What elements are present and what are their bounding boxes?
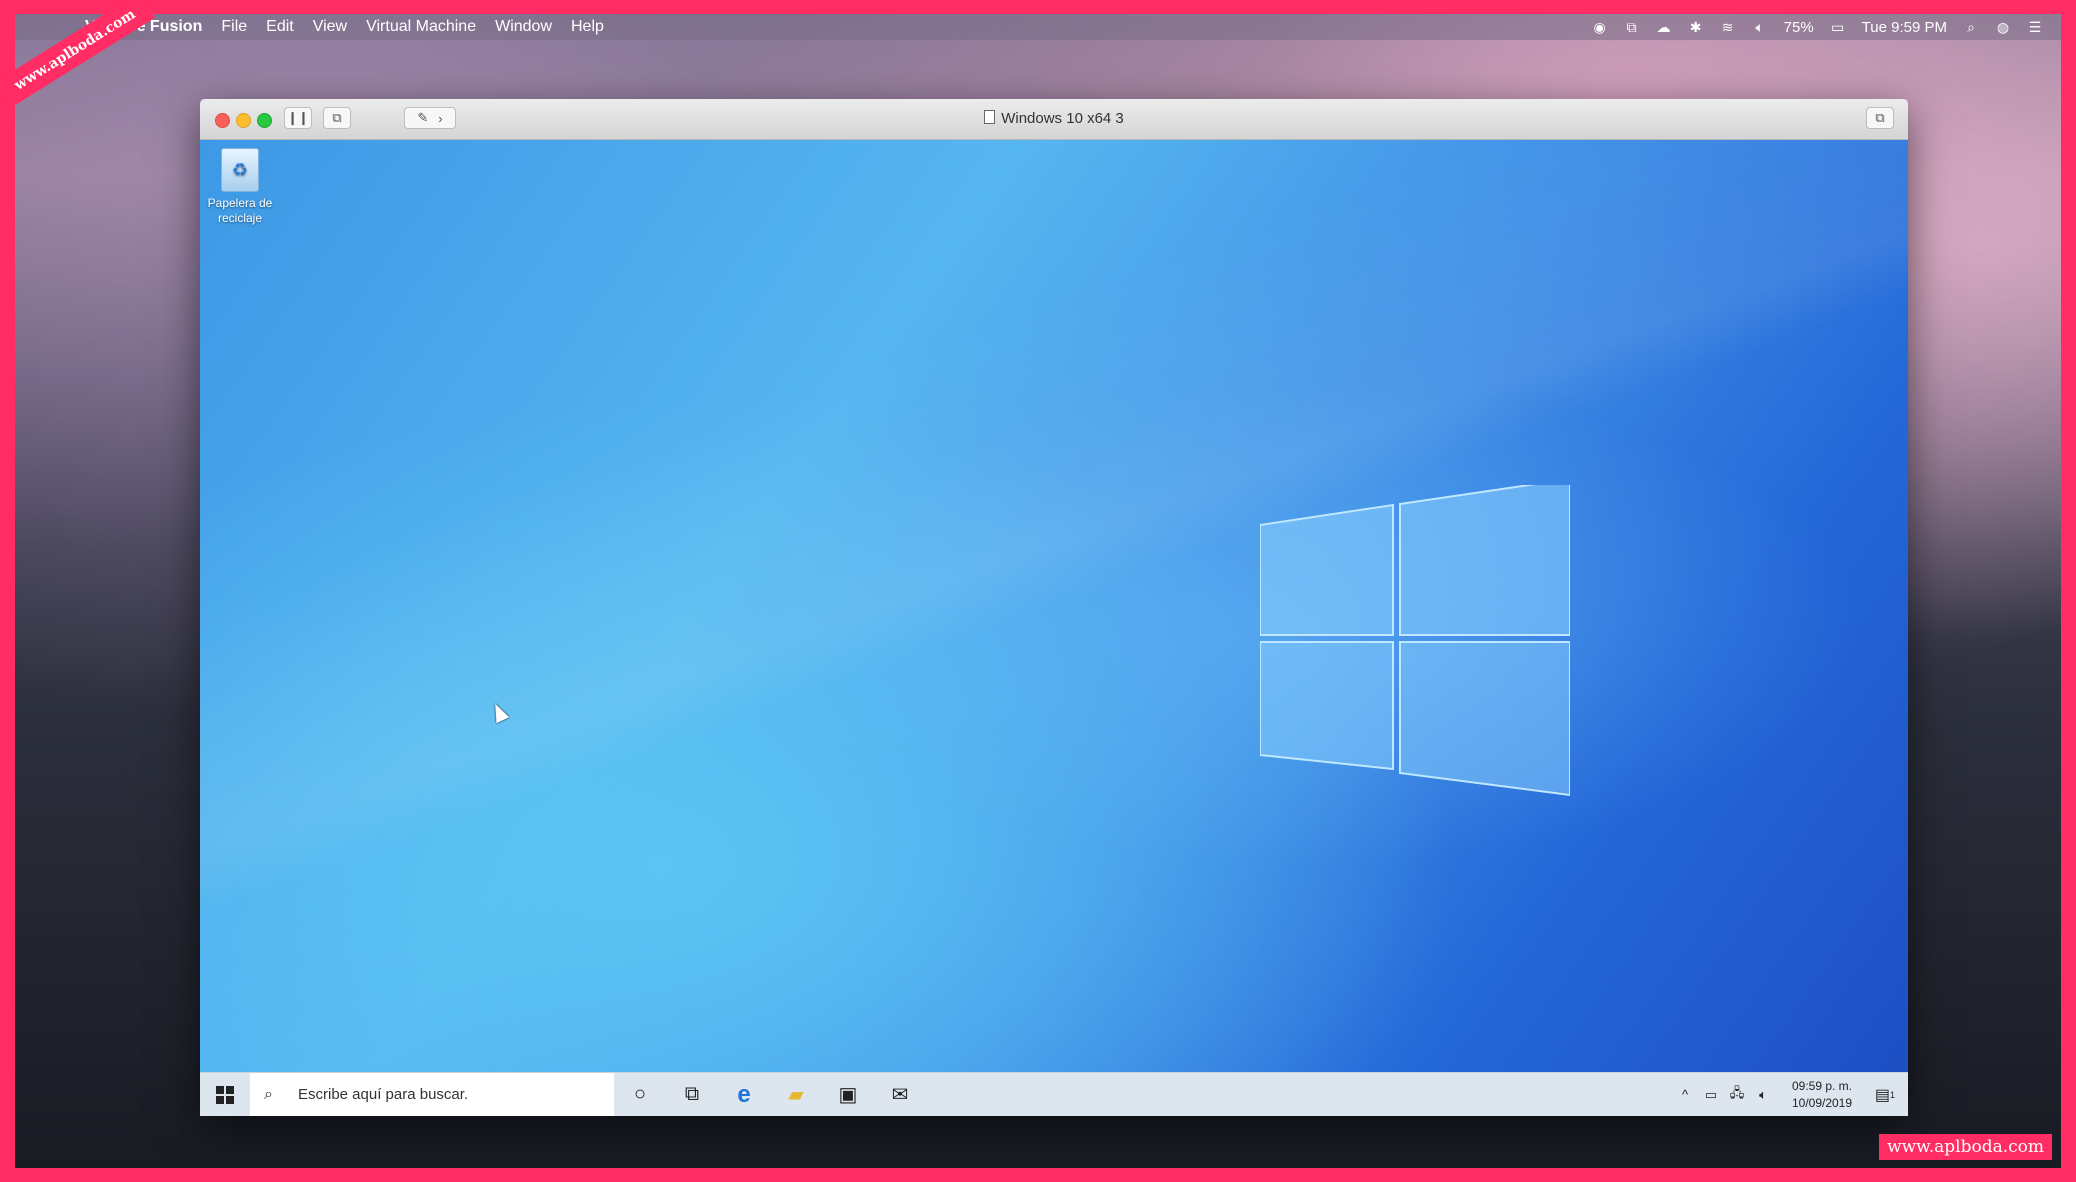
- taskbar-time: 09:59 p. m.: [1791, 1078, 1853, 1093]
- wifi-icon[interactable]: ≋: [1720, 19, 1736, 35]
- recycle-bin-shortcut[interactable]: ♻ Papelera de reciclaje: [204, 148, 276, 226]
- menu-help[interactable]: Help: [571, 18, 604, 36]
- start-button[interactable]: [200, 1073, 250, 1116]
- cortana-icon: ○: [633, 1083, 647, 1105]
- spotlight-search-icon[interactable]: ⌕: [1963, 19, 1979, 35]
- recycle-bin-label: Papelera de reciclaje: [207, 196, 273, 225]
- windows-logo-wallpaper: [1260, 485, 1570, 797]
- edge-button[interactable]: e: [718, 1073, 770, 1116]
- siri-icon[interactable]: ◍: [1995, 19, 2011, 35]
- record-icon[interactable]: ◉: [1592, 19, 1608, 35]
- taskbar-search-box[interactable]: ⌕ Escribe aquí para buscar.: [250, 1073, 614, 1116]
- search-icon: ⌕: [264, 1085, 273, 1103]
- window-title: Windows 10 x64 3: [200, 99, 1908, 139]
- battery-icon[interactable]: ▭: [1698, 1073, 1724, 1116]
- volume-icon[interactable]: 🔈︎: [1752, 19, 1768, 35]
- system-tray: ^ ▭ 🖧 🔈︎ 09:59 p. m. 10/09/2019 ▤ 1: [1672, 1073, 1908, 1116]
- status-area: ◉ ⧉ ☁ ✱ ≋ 🔈︎ 75% ▭ Tue 9:59 PM ⌕ ◍ ☰: [1592, 14, 2043, 40]
- battery-icon[interactable]: ▭: [1830, 19, 1846, 35]
- edge-icon: e: [737, 1080, 751, 1108]
- folder-icon: ▰: [788, 1084, 804, 1106]
- chevron-up-icon[interactable]: ^: [1672, 1073, 1698, 1116]
- vmware-status-icon[interactable]: ⧉: [1624, 19, 1640, 35]
- vm-document-icon: [984, 110, 996, 124]
- task-view-button[interactable]: ⧉: [666, 1073, 718, 1116]
- wallpaper-light: [200, 140, 1908, 1072]
- action-center-button[interactable]: ▤ 1: [1862, 1073, 1908, 1116]
- notification-count: 1: [1890, 1089, 1896, 1100]
- mail-icon: ✉: [891, 1084, 909, 1106]
- store-button[interactable]: ▣: [822, 1073, 874, 1116]
- windows-desktop[interactable]: ♻ Papelera de reciclaje: [200, 140, 1908, 1072]
- fullscreen-icon: ⧉: [1875, 110, 1885, 125]
- bluetooth-icon[interactable]: ✱: [1688, 19, 1704, 35]
- search-placeholder: Escribe aquí para buscar.: [298, 1086, 469, 1103]
- cortana-button[interactable]: ○: [614, 1073, 666, 1116]
- menu-virtual-machine[interactable]: Virtual Machine: [366, 18, 476, 36]
- window-title-text: Windows 10 x64 3: [1001, 110, 1124, 127]
- recycle-bin-icon: ♻: [221, 148, 259, 192]
- fullscreen-button[interactable]: ⧉: [1866, 107, 1894, 129]
- menubar-clock[interactable]: Tue 9:59 PM: [1862, 19, 1947, 36]
- task-view-icon: ⧉: [684, 1083, 700, 1105]
- taskbar-date: 10/09/2019: [1791, 1095, 1853, 1110]
- notification-center-icon[interactable]: ☰: [2027, 19, 2043, 35]
- windows-taskbar: ⌕ Escribe aquí para buscar. ○ ⧉ e ▰ ▣ ✉ …: [200, 1072, 1908, 1116]
- windows-start-icon: [216, 1085, 234, 1104]
- mac-menubar: VMware Fusion File Edit View Virtual Mac…: [15, 14, 2061, 40]
- notification-icon: ▤: [1874, 1086, 1891, 1104]
- store-icon: ▣: [838, 1084, 858, 1106]
- mail-button[interactable]: ✉: [874, 1073, 926, 1116]
- network-icon[interactable]: 🖧: [1724, 1073, 1750, 1116]
- watermark-corner: www.aplboda.com: [1879, 1134, 2052, 1160]
- speaker-icon[interactable]: 🔈︎: [1750, 1073, 1776, 1116]
- taskbar-clock[interactable]: 09:59 p. m. 10/09/2019: [1782, 1078, 1862, 1112]
- vm-titlebar[interactable]: ❙❙ ⧉ ✎ › Windows 10 x64 3 ⧉: [200, 99, 1908, 140]
- menu-file[interactable]: File: [221, 18, 247, 36]
- file-explorer-button[interactable]: ▰: [770, 1073, 822, 1116]
- vm-window: ❙❙ ⧉ ✎ › Windows 10 x64 3 ⧉ ♻ Papelera d…: [200, 99, 1908, 1116]
- cloud-icon[interactable]: ☁: [1656, 19, 1672, 35]
- battery-percent: 75%: [1783, 18, 1814, 36]
- menu-window[interactable]: Window: [495, 18, 552, 36]
- menu-view[interactable]: View: [313, 18, 347, 36]
- menu-edit[interactable]: Edit: [266, 18, 294, 36]
